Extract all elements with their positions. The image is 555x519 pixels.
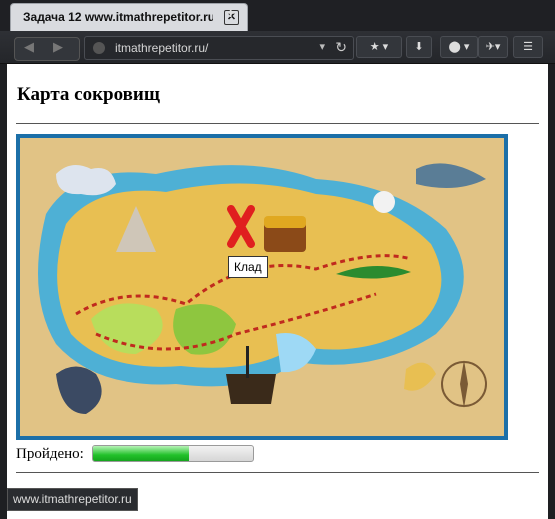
menu-icon[interactable]: ☰ bbox=[513, 36, 543, 58]
divider-top bbox=[16, 123, 539, 124]
address-bar[interactable]: itmathrepetitor.ru/ ▾ ↻ bbox=[84, 36, 354, 60]
bookmark-star-button[interactable]: ★ ▾ bbox=[356, 36, 402, 58]
url-dropdown-icon[interactable]: ▾ bbox=[319, 40, 325, 53]
adblock-button[interactable]: ⬤ ▾ bbox=[440, 36, 478, 58]
new-tab-button[interactable]: + bbox=[226, 5, 235, 23]
back-arrow-icon[interactable]: ◀ bbox=[24, 39, 34, 55]
status-bar-url: www.itmathrepetitor.ru bbox=[7, 488, 138, 511]
treasure-map-image[interactable] bbox=[16, 134, 508, 440]
page-title: Карта сокровищ bbox=[17, 84, 160, 105]
browser-tab[interactable]: Задача 12 www.itmathrepetitor.ru ✕ bbox=[10, 3, 248, 31]
title-bar: Задача 12 www.itmathrepetitor.ru ✕ + bbox=[0, 0, 555, 31]
progress-bar bbox=[92, 445, 254, 462]
reload-icon[interactable]: ↻ bbox=[335, 39, 347, 56]
download-button[interactable]: ⬇ bbox=[406, 36, 432, 58]
navigation-toolbar: ◀ ▶ itmathrepetitor.ru/ ▾ ↻ ★ ▾ ⬇ ⬤ ▾ ✈▾… bbox=[0, 31, 555, 64]
forward-arrow-icon[interactable]: ▶ bbox=[53, 39, 63, 55]
site-identity-icon[interactable] bbox=[93, 42, 105, 54]
divider-bottom bbox=[16, 472, 539, 473]
back-forward-buttons: ◀ ▶ bbox=[14, 37, 80, 61]
treasure-tooltip: Клад bbox=[228, 256, 268, 278]
progress-bar-fill bbox=[93, 446, 189, 461]
url-text[interactable]: itmathrepetitor.ru/ bbox=[115, 41, 208, 55]
tab-title: Задача 12 www.itmathrepetitor.ru bbox=[23, 10, 213, 24]
page-viewport: Карта сокровищ Клад Пройдено: bbox=[7, 64, 548, 519]
progress-label: Пройдено: bbox=[16, 446, 84, 462]
extension-button[interactable]: ✈▾ bbox=[478, 36, 508, 58]
